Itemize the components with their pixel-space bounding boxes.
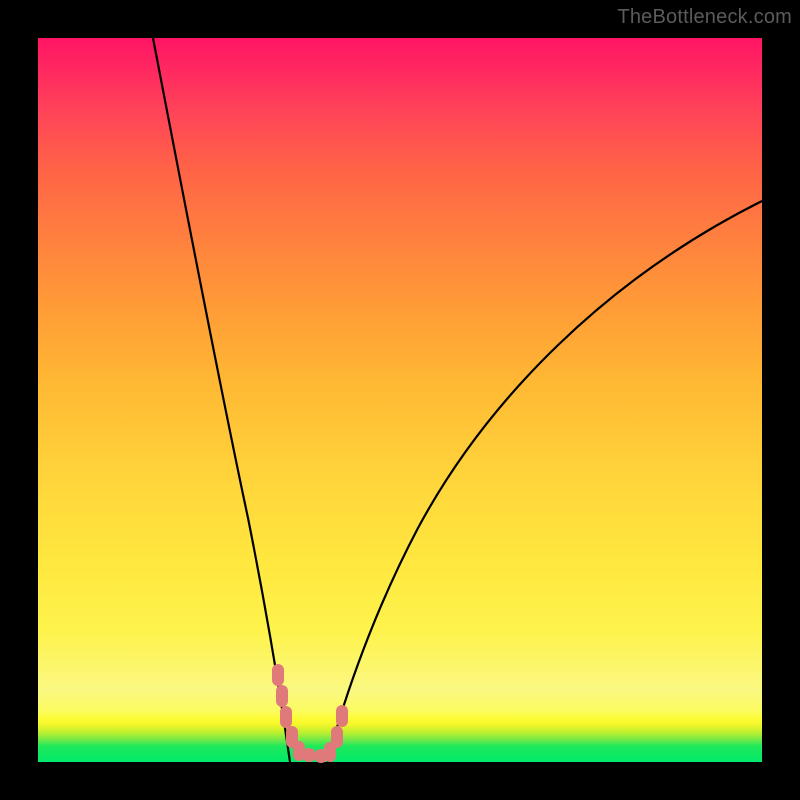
bottom-markers	[272, 664, 348, 763]
right-curve	[328, 201, 762, 762]
watermark-text: TheBottleneck.com	[617, 6, 792, 29]
curves-svg	[38, 38, 762, 762]
plot-area	[38, 38, 762, 762]
left-curve	[153, 38, 290, 762]
chart-frame: TheBottleneck.com	[0, 0, 800, 800]
